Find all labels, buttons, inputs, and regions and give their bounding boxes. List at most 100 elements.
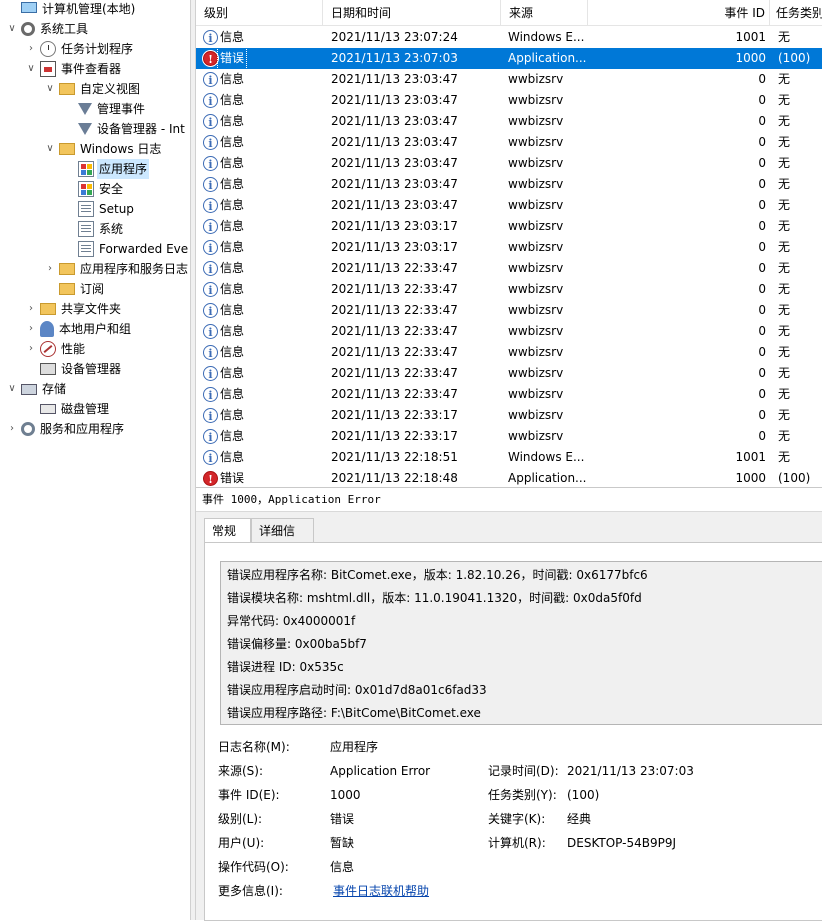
tree-node[interactable]: 安全	[63, 179, 125, 199]
event-source: wwbizsrv	[508, 261, 564, 275]
column-header-level[interactable]: 级别	[196, 0, 323, 26]
log-icon	[78, 201, 94, 217]
event-id-value: 1000	[330, 788, 361, 802]
info-icon: i	[203, 177, 218, 192]
event-row[interactable]: i 信息 2021/11/13 23:03:47 wwbizsrv 0 无	[196, 69, 822, 90]
chevron-right-icon[interactable]: ›	[25, 319, 37, 339]
event-row[interactable]: i 信息 2021/11/13 23:03:17 wwbizsrv 0 无	[196, 237, 822, 258]
description-line: 错误偏移量: 0x00ba5bf7	[227, 637, 367, 651]
folder-icon	[59, 143, 75, 155]
chevron-right-icon[interactable]: ›	[44, 259, 56, 279]
event-datetime: 2021/11/13 22:33:47	[331, 345, 458, 359]
event-id: 0	[758, 177, 766, 191]
event-row[interactable]: i 信息 2021/11/13 23:03:47 wwbizsrv 0 无	[196, 174, 822, 195]
event-row[interactable]: ! 错误 2021/11/13 23:07:03 Application... 1000…	[196, 47, 822, 70]
event-row[interactable]: i 信息 2021/11/13 23:03:47 wwbizsrv 0 无	[196, 132, 822, 153]
level-label: 级别(L):	[218, 812, 263, 826]
event-datetime: 2021/11/13 23:03:47	[331, 114, 458, 128]
tree-node[interactable]: ∨ Windows 日志	[44, 139, 163, 159]
tree-node[interactable]: Forwarded Eve	[63, 239, 190, 259]
event-row[interactable]: i 信息 2021/11/13 22:33:47 wwbizsrv 0 无	[196, 384, 822, 405]
tree-node[interactable]: › 本地用户和组	[25, 319, 133, 339]
chevron-down-icon[interactable]: ∨	[6, 19, 18, 39]
tree-node[interactable]: Setup	[63, 199, 136, 219]
column-header-event-id[interactable]: 事件 ID	[588, 0, 770, 26]
event-row[interactable]: i 信息 2021/11/13 22:33:47 wwbizsrv 0 无	[196, 258, 822, 279]
event-id: 0	[758, 93, 766, 107]
event-row[interactable]: i 信息 2021/11/13 23:07:24 Windows E... 1001 无	[196, 27, 822, 48]
tree-node[interactable]: › 性能	[25, 339, 87, 359]
chevron-right-icon[interactable]: ›	[25, 39, 37, 59]
event-source: wwbizsrv	[508, 282, 564, 296]
tree-node[interactable]: 订阅	[44, 279, 106, 299]
event-task-category: 无	[778, 30, 791, 44]
event-row[interactable]: i 信息 2021/11/13 23:03:47 wwbizsrv 0 无	[196, 90, 822, 111]
chevron-right-icon[interactable]: ›	[25, 299, 37, 319]
tree-node[interactable]: 系统	[63, 219, 125, 239]
more-info-label: 更多信息(I):	[218, 884, 283, 898]
description-line: 异常代码: 0x4000001f	[227, 614, 356, 628]
event-level: 错误	[216, 47, 248, 70]
event-task-category: 无	[778, 345, 791, 359]
tree-node[interactable]: 磁盘管理	[25, 399, 111, 419]
event-row[interactable]: i 信息 2021/11/13 23:03:47 wwbizsrv 0 无	[196, 111, 822, 132]
tree-node[interactable]: 应用程序	[63, 159, 150, 179]
tree-node[interactable]: › 任务计划程序	[25, 39, 135, 59]
event-row[interactable]: ! 错误 2021/11/13 22:18:48 Application... 1000…	[196, 468, 822, 487]
tree-node[interactable]: 设备管理器	[25, 359, 123, 379]
opcode-value: 信息	[330, 860, 355, 874]
tree-node[interactable]: › 共享文件夹	[25, 299, 123, 319]
tree-node-label: Forwarded Eve	[99, 242, 189, 256]
tree-node[interactable]: › 服务和应用程序	[6, 419, 126, 439]
event-description[interactable]: 错误应用程序名称: BitComet.exe，版本: 1.82.10.26，时间…	[220, 561, 822, 725]
event-level: 信息	[220, 93, 245, 107]
tab-general[interactable]: 常规	[204, 518, 251, 544]
tree-node-label: 系统	[99, 222, 124, 236]
column-header-source[interactable]: 来源	[501, 0, 588, 26]
chevron-down-icon[interactable]: ∨	[44, 79, 56, 99]
computer-value: DESKTOP-54B9P9J	[567, 836, 677, 850]
toggle-spacer	[63, 99, 75, 119]
detail-title: 事件 1000，Application Error	[196, 488, 822, 512]
event-row[interactable]: i 信息 2021/11/13 22:33:47 wwbizsrv 0 无	[196, 300, 822, 321]
tree-node[interactable]: ∨ 系统工具	[6, 19, 90, 39]
event-id: 0	[758, 219, 766, 233]
tab-details[interactable]: 详细信息	[251, 518, 314, 562]
tree-node[interactable]: ∨ 事件查看器	[25, 59, 123, 79]
event-row[interactable]: i 信息 2021/11/13 22:18:51 Windows E... 1001 无	[196, 447, 822, 468]
chevron-down-icon[interactable]: ∨	[44, 139, 56, 159]
user-value: 暂缺	[330, 836, 355, 850]
event-row[interactable]: i 信息 2021/11/13 23:03:47 wwbizsrv 0 无	[196, 153, 822, 174]
event-source: wwbizsrv	[508, 366, 564, 380]
event-row[interactable]: i 信息 2021/11/13 22:33:47 wwbizsrv 0 无	[196, 363, 822, 384]
online-help-link[interactable]: 事件日志联机帮助	[333, 882, 429, 900]
event-task-category: 无	[778, 135, 791, 149]
chevron-down-icon[interactable]: ∨	[6, 379, 18, 399]
tree-node[interactable]: ∨ 自定义视图	[44, 79, 142, 99]
event-row[interactable]: i 信息 2021/11/13 22:33:47 wwbizsrv 0 无	[196, 342, 822, 363]
column-header-task-category[interactable]: 任务类别	[770, 0, 822, 26]
storage-icon	[21, 383, 37, 395]
event-row[interactable]: i 信息 2021/11/13 22:33:17 wwbizsrv 0 无	[196, 426, 822, 447]
tree-node[interactable]: 计算机管理(本地)	[6, 0, 137, 19]
event-id: 0	[758, 240, 766, 254]
event-id: 0	[758, 72, 766, 86]
event-level: 信息	[220, 345, 245, 359]
chevron-right-icon[interactable]: ›	[6, 419, 18, 439]
chevron-down-icon[interactable]: ∨	[25, 59, 37, 79]
event-task-category: 无	[778, 387, 791, 401]
tree-node[interactable]: 管理事件	[63, 99, 147, 119]
chevron-right-icon[interactable]: ›	[25, 339, 37, 359]
event-row[interactable]: i 信息 2021/11/13 23:03:47 wwbizsrv 0 无	[196, 195, 822, 216]
tree-node[interactable]: › 应用程序和服务日志	[44, 259, 190, 279]
info-icon: i	[203, 450, 218, 465]
tree-node[interactable]: 设备管理器 - Int	[63, 119, 187, 139]
tree-node[interactable]: ∨ 存储	[6, 379, 68, 399]
event-row[interactable]: i 信息 2021/11/13 22:33:47 wwbizsrv 0 无	[196, 321, 822, 342]
event-row[interactable]: i 信息 2021/11/13 23:03:17 wwbizsrv 0 无	[196, 216, 822, 237]
column-header-datetime[interactable]: 日期和时间	[323, 0, 501, 26]
event-row[interactable]: i 信息 2021/11/13 22:33:47 wwbizsrv 0 无	[196, 279, 822, 300]
event-level: 信息	[220, 324, 245, 338]
event-id: 1001	[735, 30, 766, 44]
event-row[interactable]: i 信息 2021/11/13 22:33:17 wwbizsrv 0 无	[196, 405, 822, 426]
